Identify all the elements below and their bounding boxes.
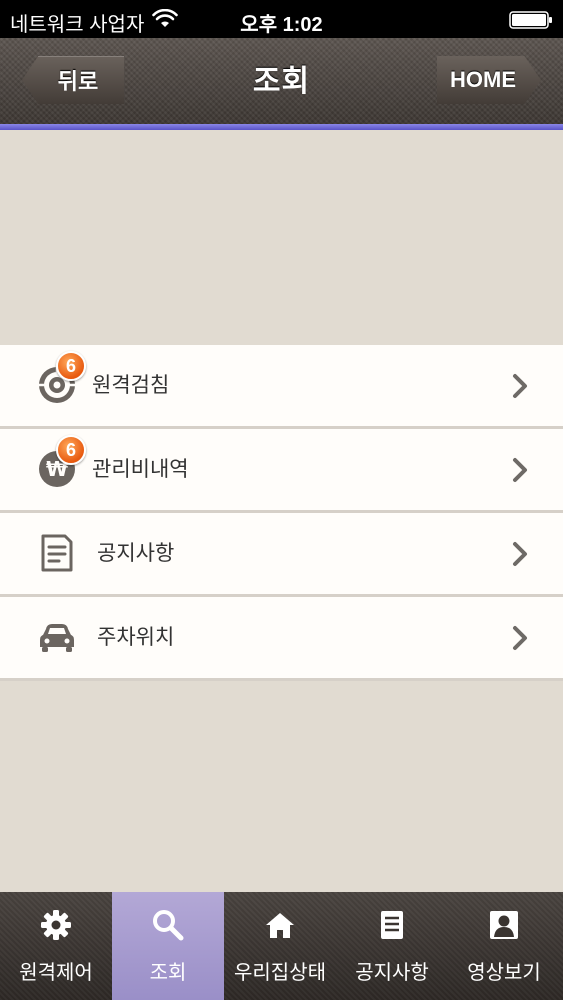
notification-badge: 6 — [56, 351, 86, 381]
person-icon — [490, 911, 518, 939]
notification-badge: 6 — [56, 435, 86, 465]
car-icon — [40, 624, 74, 652]
navbar-accent-divider — [0, 124, 563, 130]
list-item-management-fee[interactable]: ₩ 6 관리비내역 — [0, 429, 563, 513]
tab-home-status[interactable]: 우리집상태 — [224, 892, 336, 1000]
home-icon — [266, 913, 294, 938]
bottom-tab-bar: 원격제어 조회 우리집상태 공지사항 영상보기 — [0, 892, 563, 1000]
status-time: 오후 1:02 — [240, 14, 323, 36]
list-item-remote-metering[interactable]: 6 원격검침 — [0, 345, 563, 429]
home-button-label: HOME — [450, 67, 516, 92]
chevron-right-icon — [513, 458, 527, 482]
tab-notice[interactable]: 공지사항 — [336, 892, 448, 1000]
document-icon — [381, 911, 403, 939]
tab-label: 영상보기 — [467, 960, 541, 984]
tab-label: 원격제어 — [19, 960, 93, 984]
chevron-right-icon — [513, 374, 527, 398]
notice-document-icon — [41, 534, 73, 572]
list-item-label: 원격검침 — [92, 373, 170, 397]
search-icon — [153, 910, 184, 941]
navigation-bar: 뒤로 조회 HOME — [0, 38, 563, 124]
list-item-parking-location[interactable]: 주차위치 — [0, 597, 563, 681]
tab-label: 공지사항 — [355, 960, 429, 984]
list-item-label: 관리비내역 — [92, 457, 189, 481]
tab-remote-control[interactable]: 원격제어 — [0, 892, 112, 1000]
chevron-right-icon — [513, 626, 527, 650]
tab-label: 조회 — [149, 960, 187, 984]
status-bar: 네트워크 사업자 오후 1:02 — [0, 0, 563, 38]
tab-label: 우리집상태 — [234, 960, 326, 984]
list-item-label: 공지사항 — [97, 541, 175, 565]
tab-inquiry[interactable]: 조회 — [112, 892, 224, 1000]
list-item-label: 주차위치 — [97, 625, 175, 649]
home-button[interactable]: HOME — [437, 56, 541, 104]
gear-icon — [41, 910, 71, 940]
tab-video-view[interactable]: 영상보기 — [448, 892, 560, 1000]
chevron-right-icon — [513, 542, 527, 566]
inquiry-menu-list: 6 원격검침 ₩ 6 관리비내역 공지사항 주차위치 — [0, 345, 563, 681]
list-item-notice[interactable]: 공지사항 — [0, 513, 563, 597]
battery-icon — [509, 11, 552, 29]
